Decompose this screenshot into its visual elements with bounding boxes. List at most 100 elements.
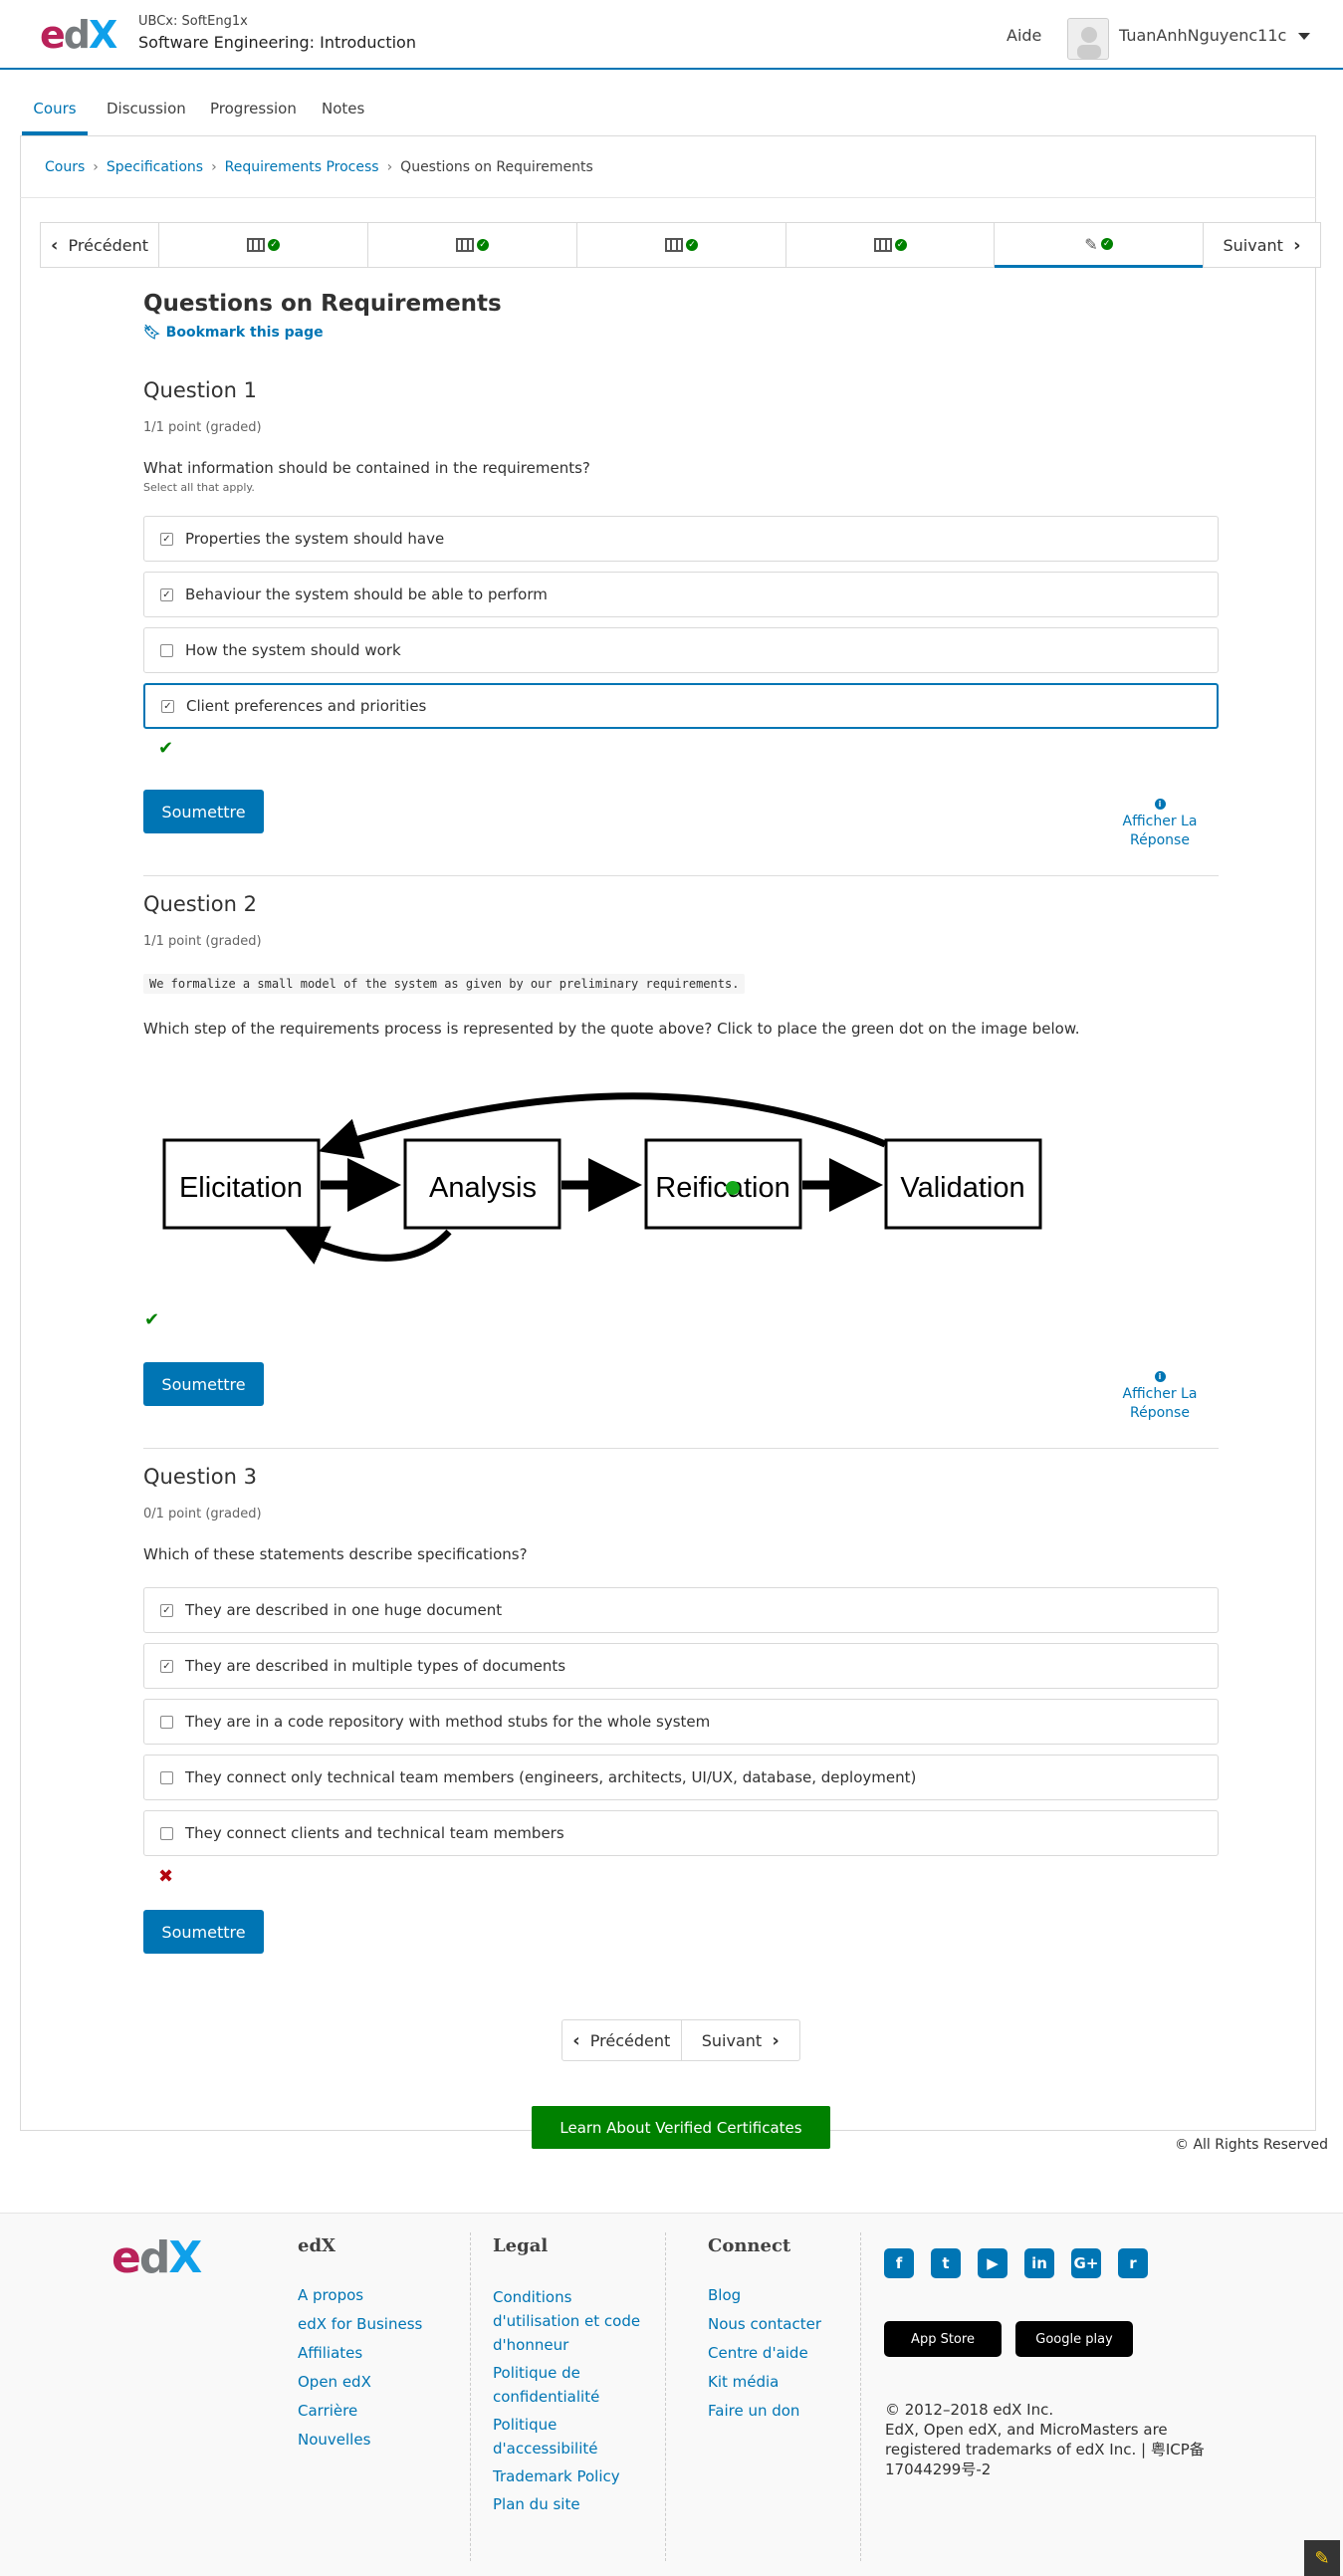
bottom-next-label: Suivant [701,2030,763,2050]
chevron-down-icon[interactable] [1298,33,1310,40]
checkbox[interactable]: ✓ [160,532,173,546]
footer-link[interactable]: Affiliates [298,2339,422,2368]
tab-notes[interactable]: Notes [322,92,364,135]
checkbox[interactable]: ✓ [160,1603,173,1617]
tab-progression[interactable]: Progression [210,92,297,135]
footer-link[interactable]: Plan du site [493,2492,652,2516]
footer-link[interactable]: Conditions d'utilisation et code d'honne… [493,2285,652,2357]
breadcrumb-requirements-process[interactable]: Requirements Process [225,159,379,175]
google-plus-icon[interactable]: G+ [1071,2248,1101,2278]
bookmark-button[interactable]: 🔖︎ Bookmark this page [143,325,324,341]
username-menu[interactable]: TuanAnhNguyenc11c [1119,26,1286,45]
correct-icon: ✔ [144,1309,160,1330]
submit-button[interactable]: Soumettre [143,1362,264,1406]
linkedin-icon[interactable]: in [1024,2248,1054,2278]
footer-link[interactable]: Carrière [298,2397,422,2426]
pencil-icon[interactable]: ✎ [1304,2540,1340,2576]
avatar[interactable] [1067,18,1109,60]
quote-code: We formalize a small model of the system… [143,974,746,994]
question-title: Question 1 [143,378,257,402]
breadcrumb-sep: › [93,159,99,175]
choice-option[interactable]: ✓ Client preferences and priorities [143,683,1219,729]
choice-label: They are described in multiple types of … [185,1657,566,1675]
question-title: Question 3 [143,1465,257,1489]
checkbox[interactable] [160,1826,173,1840]
show-answer-button[interactable]: i Afficher La Réponse [1105,1366,1215,1423]
help-link[interactable]: Aide [1007,26,1041,45]
sequence-tab-video-3[interactable]: ✓ [577,222,786,268]
checkbox[interactable]: ✓ [161,699,174,713]
footer-link[interactable]: Trademark Policy [493,2464,652,2488]
chevron-right-icon: › [1293,234,1301,256]
footer-link[interactable]: A propos [298,2281,422,2310]
youtube-icon[interactable]: ▶ [978,2248,1007,2278]
question-score: 1/1 point (graded) [143,420,262,435]
breadcrumb-specifications[interactable]: Specifications [107,159,203,175]
choice-label: Properties the system should have [185,530,445,548]
checkbox[interactable]: ✓ [160,1659,173,1673]
choice-label: They connect clients and technical team … [185,1824,564,1842]
footer-edx-logo[interactable]: edX [112,2232,202,2283]
breadcrumb-cours[interactable]: Cours [45,159,85,175]
bottom-sequence-nav: ‹ Précédent Suivant › [561,2019,800,2061]
breadcrumb: Cours › Specifications › Requirements Proces… [45,159,593,175]
choice-option[interactable]: They are in a code repository with metho… [143,1699,1219,1745]
footer-link[interactable]: Politique d'accessibilité [493,2413,652,2460]
question-text: What information should be contained in … [143,459,590,477]
checkbox[interactable] [160,1715,173,1729]
image-input-diagram[interactable]: Elicitation Analysis Reification Validat… [154,1077,1050,1291]
footer-divider [470,2232,471,2561]
footer-link[interactable]: Centre d'aide [708,2339,821,2368]
facebook-icon[interactable]: f [884,2248,914,2278]
sequence-next-button[interactable]: Suivant › [1203,222,1321,268]
checkbox[interactable] [160,1770,173,1784]
sequence-nav: ‹ Précédent ✓ ✓ ✓ ✓ ✎ ✓ Suivant › [40,222,1321,268]
submit-button[interactable]: Soumettre [143,1910,264,1954]
sequence-tab-problem[interactable]: ✎ ✓ [995,222,1204,268]
choice-option[interactable]: They connect clients and technical team … [143,1810,1219,1856]
tab-cours[interactable]: Cours [22,92,88,135]
checkbox[interactable] [160,643,173,657]
footer-link[interactable]: Politique de confidentialité [493,2361,652,2409]
choice-option[interactable]: ✓ They are described in one huge document [143,1587,1219,1633]
feedback-arrow [318,1092,887,1159]
choice-option[interactable]: They connect only technical team members… [143,1755,1219,1800]
sequence-tab-video-1[interactable]: ✓ [159,222,368,268]
diagram-label: Elicitation [179,1172,303,1204]
check-icon: ✓ [477,239,489,251]
choice-option[interactable]: ✓ Properties the system should have [143,516,1219,562]
video-icon [873,238,892,252]
footer-link[interactable]: Blog [708,2281,821,2310]
footer-link[interactable]: Open edX [298,2368,422,2397]
sequence-tab-video-4[interactable]: ✓ [786,222,995,268]
choice-option[interactable]: How the system should work [143,627,1219,673]
bottom-next-button[interactable]: Suivant › [680,2020,800,2060]
edx-logo[interactable]: edX [40,13,117,57]
reddit-icon[interactable]: r [1118,2248,1148,2278]
bottom-prev-button[interactable]: ‹ Précédent [562,2020,681,2060]
footer-divider [860,2232,861,2561]
app-store-badge[interactable]: App Store [884,2321,1002,2357]
tab-discussion[interactable]: Discussion [107,92,186,135]
checkbox[interactable]: ✓ [160,587,173,601]
choice-label: They are in a code repository with metho… [185,1713,711,1731]
footer-link[interactable]: Nous contacter [708,2310,821,2339]
footer-link[interactable]: Nouvelles [298,2426,422,2455]
choice-option[interactable]: ✓ They are described in multiple types of… [143,1643,1219,1689]
google-play-badge[interactable]: Google play [1015,2321,1133,2357]
submit-button[interactable]: Soumettre [143,790,264,833]
question-text: Which of these statements describe speci… [143,1545,528,1563]
twitter-icon[interactable]: t [931,2248,961,2278]
sequence-tab-video-2[interactable]: ✓ [368,222,577,268]
sequence-prev-button[interactable]: ‹ Précédent [40,222,159,268]
correct-icon: ✔ [158,738,174,759]
footer-link[interactable]: Faire un don [708,2397,821,2426]
choice-option[interactable]: ✓ Behaviour the system should be able to … [143,572,1219,617]
verified-certificates-button[interactable]: Learn About Verified Certificates [532,2106,830,2149]
show-answer-button[interactable]: i Afficher La Réponse [1105,794,1215,850]
check-icon: ✓ [1100,238,1113,250]
footer-link[interactable]: edX for Business [298,2310,422,2339]
footer-link[interactable]: Kit média [708,2368,821,2397]
bookmark-label: Bookmark this page [165,325,324,341]
placed-dot-marker[interactable] [726,1181,740,1195]
